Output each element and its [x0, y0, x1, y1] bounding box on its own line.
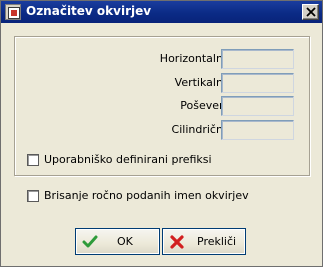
oblique-label: Poševen: [180, 99, 226, 112]
dialog-title: Označitev okvirjev: [26, 4, 152, 18]
field-row-horizontal: Horizontalni: [15, 49, 309, 69]
title-bar[interactable]: Označitev okvirjev: [1, 1, 322, 23]
user-prefixes-label: Uporabniško definirani prefiksi: [44, 153, 212, 166]
delete-names-checkbox[interactable]: [27, 190, 39, 202]
frame-labels-group: Horizontalni Vertikalni Poševen Cilindri…: [14, 36, 310, 176]
cylindrical-input[interactable]: [221, 120, 294, 140]
ok-label: OK: [117, 235, 133, 248]
user-prefixes-option[interactable]: Uporabniško definirani prefiksi: [27, 153, 287, 167]
horizontal-label: Horizontalni: [159, 52, 226, 65]
checkmark-icon: [82, 235, 98, 248]
delete-names-label: Brisanje ročno podanih imen okvirjev: [44, 189, 249, 202]
horizontal-input[interactable]: [221, 49, 294, 69]
field-row-oblique: Poševen: [15, 96, 309, 116]
delete-names-option[interactable]: Brisanje ročno podanih imen okvirjev: [27, 189, 287, 203]
red-x-icon: [170, 235, 184, 249]
field-row-cylindrical: Cilindrični: [15, 120, 309, 140]
dialog-window: Označitev okvirjev Horizontalni Vertikal…: [0, 0, 323, 267]
app-icon: [5, 4, 21, 20]
ok-button[interactable]: OK: [75, 228, 160, 255]
cylindrical-label: Cilindrični: [171, 123, 226, 136]
close-icon: [306, 7, 316, 17]
cancel-label: Prekliči: [197, 235, 237, 248]
close-button[interactable]: [302, 4, 319, 20]
cancel-button[interactable]: Prekliči: [162, 228, 246, 255]
vertical-label: Vertikalni: [174, 76, 226, 89]
vertical-input[interactable]: [221, 73, 294, 93]
user-prefixes-checkbox[interactable]: [27, 154, 39, 166]
field-row-vertical: Vertikalni: [15, 73, 309, 93]
oblique-input[interactable]: [221, 96, 294, 116]
